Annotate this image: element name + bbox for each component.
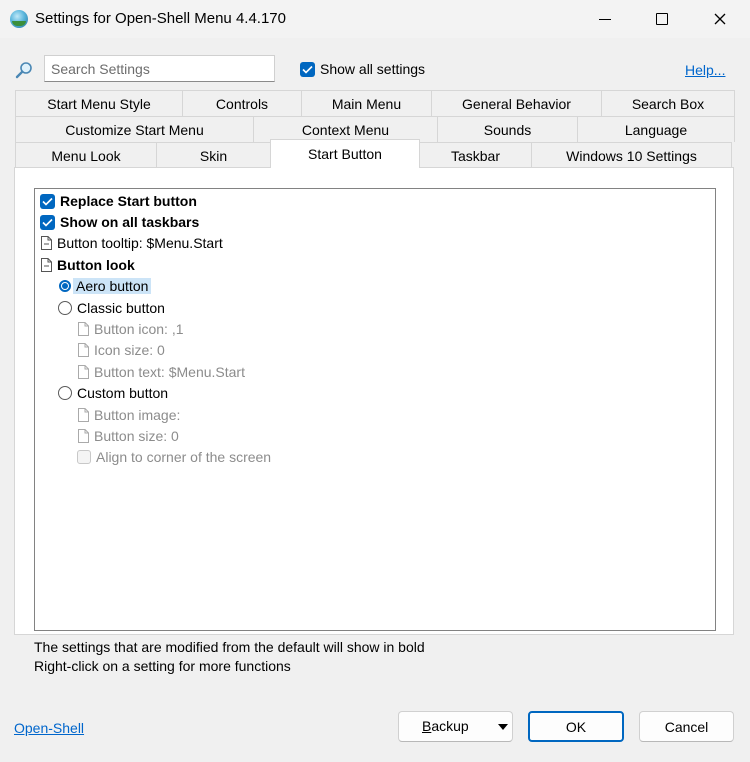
tab-label: Start Button — [308, 146, 382, 162]
setting-label: Classic button — [77, 300, 165, 316]
backup-mnemonic: B — [422, 718, 432, 734]
tab-label: Search Box — [631, 95, 705, 112]
maximize-button[interactable] — [634, 0, 690, 38]
ok-label: OK — [565, 718, 587, 735]
close-icon — [714, 13, 726, 25]
settings-tree[interactable]: Replace Start button Show on all taskbar… — [34, 188, 716, 631]
backup-button[interactable]: Backup — [398, 711, 513, 742]
tab-search-box[interactable]: Search Box — [601, 90, 735, 116]
search-icon — [15, 62, 32, 79]
backup-label-rest: ackup — [431, 718, 469, 734]
tab-row-3: Menu Look Skin Start Button Taskbar Wind… — [15, 139, 732, 168]
setting-aero-button[interactable]: Aero button — [59, 276, 152, 296]
title-bar: Settings for Open-Shell Menu 4.4.170 — [0, 0, 750, 38]
tab-general-behavior[interactable]: General Behavior — [431, 90, 602, 116]
tab-customize-start-menu[interactable]: Customize Start Menu — [15, 116, 254, 142]
setting-classic-button[interactable]: Classic button — [58, 298, 165, 318]
setting-label: Aero button — [73, 278, 152, 294]
setting-label: Replace Start button — [60, 193, 197, 209]
radio-selected-icon — [59, 280, 71, 292]
dropdown-arrow-icon[interactable] — [498, 724, 508, 730]
setting-label: Icon size: 0 — [94, 342, 165, 358]
setting-align-to-corner[interactable]: Align to corner of the screen — [77, 447, 271, 467]
document-icon — [41, 236, 52, 250]
setting-label: Custom button — [77, 385, 169, 401]
maximize-icon — [656, 13, 668, 25]
setting-custom-button[interactable]: Custom button — [58, 383, 168, 403]
setting-button-icon[interactable]: Button icon: ,1 — [78, 319, 184, 339]
tab-controls[interactable]: Controls — [182, 90, 302, 116]
document-icon — [78, 343, 89, 357]
setting-label: Button icon: ,1 — [94, 321, 184, 337]
setting-label: Button tooltip: $Menu.Start — [57, 235, 223, 251]
tab-label: Language — [624, 121, 688, 138]
ok-button[interactable]: OK — [528, 711, 624, 742]
tab-row-1: Start Menu Style Controls Main Menu Gene… — [15, 90, 735, 116]
tab-label: Taskbar — [450, 147, 501, 164]
checkbox-unchecked-icon — [77, 450, 91, 464]
tab-main-menu[interactable]: Main Menu — [301, 90, 432, 116]
document-icon — [78, 365, 89, 379]
setting-icon-size[interactable]: Icon size: 0 — [78, 340, 165, 360]
cancel-button[interactable]: Cancel — [639, 711, 734, 742]
tab-label: Sounds — [483, 121, 532, 138]
setting-label: Button look — [57, 257, 135, 273]
tab-label: Menu Look — [51, 147, 121, 164]
tab-menu-look[interactable]: Menu Look — [15, 142, 157, 168]
minimize-button[interactable] — [577, 0, 633, 38]
setting-label: Show on all taskbars — [60, 214, 200, 230]
setting-button-look[interactable]: Button look — [41, 255, 135, 275]
radio-unselected-icon — [58, 301, 72, 315]
document-icon — [78, 429, 89, 443]
tab-start-button[interactable]: Start Button — [270, 139, 420, 168]
tab-skin[interactable]: Skin — [156, 142, 271, 168]
document-icon — [41, 258, 52, 272]
tab-taskbar[interactable]: Taskbar — [419, 142, 532, 168]
tab-start-menu-style[interactable]: Start Menu Style — [15, 90, 183, 116]
tab-label: Main Menu — [331, 95, 402, 112]
backup-label: Backup — [422, 718, 469, 734]
show-all-settings-checkbox[interactable]: Show all settings — [300, 61, 425, 77]
checkbox-checked-icon — [40, 214, 55, 230]
open-shell-app-icon — [10, 10, 28, 28]
minimize-icon — [599, 18, 611, 20]
setting-label: Align to corner of the screen — [96, 449, 272, 465]
tab-language[interactable]: Language — [577, 116, 735, 142]
document-icon — [78, 408, 89, 422]
setting-label: Button size: 0 — [94, 428, 179, 444]
open-shell-link[interactable]: Open-Shell — [14, 720, 84, 736]
checkbox-checked-icon — [300, 61, 315, 77]
tab-label: Skin — [199, 147, 228, 164]
footer-hint-bold: The settings that are modified from the … — [34, 639, 425, 655]
help-link[interactable]: Help... — [685, 62, 725, 78]
tab-windows-10-settings[interactable]: Windows 10 Settings — [531, 142, 732, 168]
setting-button-image[interactable]: Button image: — [78, 405, 180, 425]
setting-label: Button image: — [94, 407, 181, 423]
setting-show-on-all-taskbars[interactable]: Show on all taskbars — [40, 212, 199, 232]
tab-label: Customize Start Menu — [65, 121, 204, 138]
window-title: Settings for Open-Shell Menu 4.4.170 — [35, 10, 286, 27]
tab-label: Start Menu Style — [47, 95, 151, 112]
search-input[interactable] — [44, 55, 275, 82]
show-all-settings-label: Show all settings — [320, 61, 426, 77]
radio-unselected-icon — [58, 386, 72, 400]
tab-label: Controls — [215, 95, 269, 112]
setting-label: Button text: $Menu.Start — [94, 364, 245, 380]
setting-button-size[interactable]: Button size: 0 — [78, 426, 179, 446]
tab-label: Windows 10 Settings — [566, 147, 697, 164]
tab-sounds[interactable]: Sounds — [437, 116, 578, 142]
close-button[interactable] — [692, 0, 748, 38]
setting-replace-start-button[interactable]: Replace Start button — [40, 191, 197, 211]
cancel-label: Cancel — [664, 718, 709, 735]
document-icon — [78, 322, 89, 336]
tab-label: Context Menu — [301, 121, 390, 138]
checkbox-checked-icon — [40, 193, 55, 209]
setting-button-text[interactable]: Button text: $Menu.Start — [78, 362, 245, 382]
setting-button-tooltip[interactable]: Button tooltip: $Menu.Start — [41, 233, 223, 253]
tab-label: General Behavior — [462, 95, 571, 112]
footer-hint-right-click: Right-click on a setting for more functi… — [34, 658, 291, 674]
